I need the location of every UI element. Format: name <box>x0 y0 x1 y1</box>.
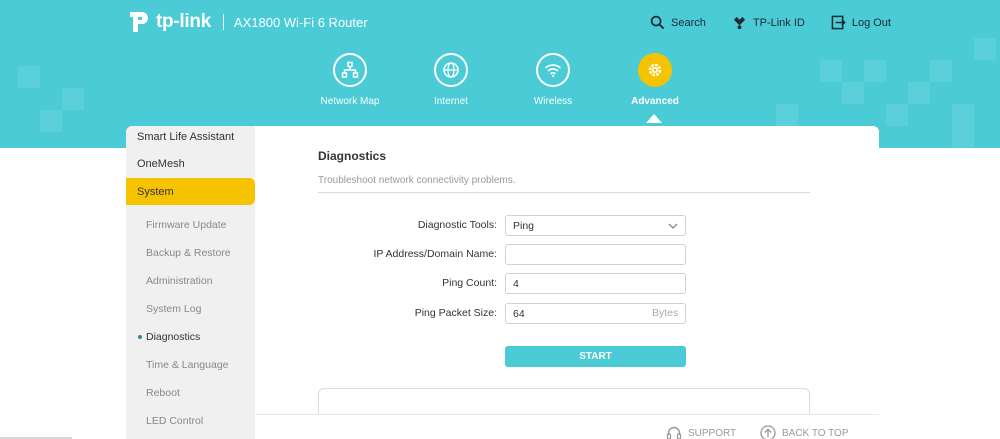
nav-label: Network Map <box>320 96 380 107</box>
ping-packet-size-label: Ping Packet Size: <box>414 307 497 319</box>
diagnostics-panel: Diagnostics Troubleshoot network connect… <box>255 126 879 439</box>
title-divider <box>318 192 810 193</box>
diagnostic-tools-select[interactable]: Ping <box>505 215 686 236</box>
ip-address-row: IP Address/Domain Name: <box>255 244 879 266</box>
back-to-top-label: BACK TO TOP <box>782 427 849 439</box>
tp-link-id-label: TP-Link ID <box>752 16 805 29</box>
ping-count-input[interactable] <box>505 273 686 294</box>
logout-icon <box>831 15 846 30</box>
sidebar-item-reboot[interactable]: Reboot <box>126 379 255 407</box>
sidebar-item-firmware-update[interactable]: Firmware Update <box>126 211 255 239</box>
tp-link-logo-icon <box>130 12 148 32</box>
brand: tp-link AX1800 Wi-Fi 6 Router <box>126 9 368 35</box>
diagnostic-tools-value: Ping <box>513 219 535 232</box>
ip-address-label: IP Address/Domain Name: <box>373 248 497 260</box>
sidebar-item-onemesh[interactable]: OneMesh <box>126 150 255 178</box>
sidebar-item-led-control[interactable]: LED Control <box>126 407 255 435</box>
headset-icon <box>666 426 682 439</box>
page-title: Diagnostics <box>318 149 387 163</box>
nav-wireless[interactable]: Wireless <box>503 53 603 107</box>
brand-divider <box>222 14 224 30</box>
diagnostic-tools-label: Diagnostic Tools: <box>417 219 497 231</box>
active-nav-pointer <box>646 114 662 123</box>
support-link[interactable]: SUPPORT <box>666 425 736 439</box>
sidebar-item-diagnostics[interactable]: Diagnostics <box>126 323 255 351</box>
footer-bar: SUPPORT BACK TO TOP <box>255 414 879 439</box>
sidebar-item-time-language[interactable]: Time & Language <box>126 351 255 379</box>
brand-name: tp-link <box>156 11 211 32</box>
gear-icon <box>648 63 662 77</box>
nav-advanced[interactable]: Advanced <box>605 53 705 107</box>
nav-network-map[interactable]: Network Map <box>300 53 400 107</box>
top-links: Search TP-Link ID Log Out <box>650 15 917 30</box>
search-icon <box>650 15 665 30</box>
sidebar: Smart Life Assistant OneMesh System Firm… <box>126 126 255 439</box>
sidebar-item-administration[interactable]: Administration <box>126 267 255 295</box>
tp-link-id-link[interactable]: TP-Link ID <box>732 15 805 30</box>
support-label: SUPPORT <box>688 427 737 439</box>
sidebar-item-system[interactable]: System <box>126 178 255 205</box>
ping-count-row: Ping Count: <box>255 273 879 295</box>
wifi-icon <box>544 64 562 78</box>
globe-icon <box>443 62 459 78</box>
sidebar-item-system-log[interactable]: System Log <box>126 295 255 323</box>
back-to-top-link[interactable]: BACK TO TOP <box>760 425 849 439</box>
arrow-up-circle-icon <box>760 425 776 439</box>
ip-address-input[interactable] <box>505 244 686 265</box>
nav-label: Wireless <box>533 96 573 107</box>
user-icon <box>733 16 745 30</box>
packet-size-unit: Bytes <box>652 307 679 319</box>
search-link[interactable]: Search <box>650 15 706 30</box>
network-map-icon <box>341 61 359 78</box>
logout-link[interactable]: Log Out <box>831 15 891 30</box>
start-button[interactable]: START <box>505 346 686 367</box>
sidebar-item-smart-life-assistant[interactable]: Smart Life Assistant <box>126 126 255 150</box>
diagnostic-tools-row: Diagnostic Tools: Ping <box>255 215 879 237</box>
sidebar-item-backup-restore[interactable]: Backup & Restore <box>126 239 255 267</box>
sidebar-sub-list: Firmware Update Backup & Restore Adminis… <box>126 205 255 435</box>
search-label: Search <box>671 16 706 29</box>
ping-count-label: Ping Count: <box>442 277 497 289</box>
router-model: AX1800 Wi-Fi 6 Router <box>233 14 368 30</box>
page-description: Troubleshoot network connectivity proble… <box>318 175 516 186</box>
main-nav: Network Map Internet Wireless Advanced <box>0 53 1000 123</box>
nav-internet[interactable]: Internet <box>401 53 501 107</box>
nav-label: Advanced <box>631 96 679 107</box>
chevron-down-icon <box>668 223 678 229</box>
logout-label: Log Out <box>851 16 891 29</box>
nav-label: Internet <box>434 96 468 107</box>
ping-packet-size-row: Ping Packet Size: Bytes <box>255 303 879 325</box>
